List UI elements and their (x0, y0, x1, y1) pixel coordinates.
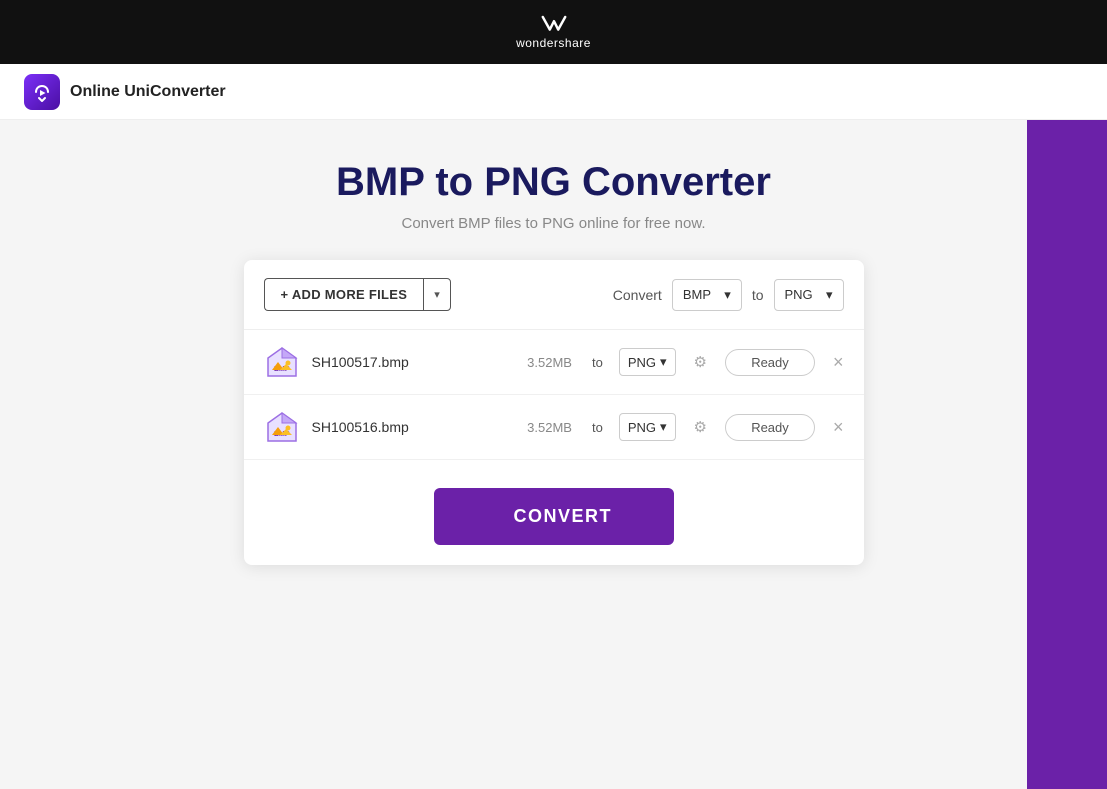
app-logo-icon (24, 74, 60, 110)
close-button-0[interactable]: × (833, 353, 844, 371)
file-format-dropdown-1[interactable]: PNG ▾ (619, 413, 676, 441)
page-subheading: Convert BMP files to PNG online for free… (401, 215, 705, 232)
toolbar-row: + ADD MORE FILES ▾ Convert BMP ▾ to PNG … (244, 260, 864, 330)
file-icon-0: BMP (264, 344, 300, 380)
gear-icon-1[interactable]: ⚙ (694, 418, 707, 436)
to-text: to (752, 287, 764, 303)
page-heading: BMP to PNG Converter (336, 160, 771, 205)
from-format-dropdown[interactable]: BMP ▾ (672, 279, 742, 311)
file-size-1: 3.52MB (527, 420, 572, 435)
wondershare-logo-icon (540, 14, 568, 34)
from-format-label: BMP (683, 287, 711, 302)
add-files-group: + ADD MORE FILES ▾ (264, 278, 451, 311)
to-format-dropdown[interactable]: PNG ▾ (774, 279, 844, 311)
ready-badge-1: Ready (725, 414, 815, 441)
convert-text: Convert (613, 287, 662, 303)
add-files-dropdown-button[interactable]: ▾ (423, 278, 451, 311)
to-format-label: PNG (785, 287, 813, 302)
uniconverter-icon (31, 81, 53, 103)
convert-label-area: Convert BMP ▾ to PNG ▾ (613, 279, 844, 311)
file-name-0: SH100517.bmp (312, 354, 516, 370)
gear-icon-0[interactable]: ⚙ (694, 353, 707, 371)
center-area: BMP to PNG Converter Convert BMP files t… (0, 120, 1107, 789)
top-bar: wondershare (0, 0, 1107, 64)
app-title: Online UniConverter (70, 83, 226, 101)
file-to-label-1: to (592, 420, 603, 435)
file-row: BMP SH100517.bmp 3.52MB to PNG ▾ ⚙ Ready… (244, 330, 864, 395)
add-files-button[interactable]: + ADD MORE FILES (264, 278, 424, 311)
converter-card: + ADD MORE FILES ▾ Convert BMP ▾ to PNG … (244, 260, 864, 565)
file-size-0: 3.52MB (527, 355, 572, 370)
brand-area: wondershare (516, 14, 591, 50)
close-button-1[interactable]: × (833, 418, 844, 436)
secondary-nav: Online UniConverter (0, 64, 1107, 120)
file-format-label-1: PNG (628, 420, 656, 435)
to-format-chevron: ▾ (826, 287, 833, 303)
file-row-1: BMP SH100516.bmp 3.52MB to PNG ▾ ⚙ Ready… (244, 395, 864, 460)
file-format-label-0: PNG (628, 355, 656, 370)
file-icon-1: BMP (264, 409, 300, 445)
convert-button[interactable]: CONVERT (434, 488, 674, 545)
main-content: BMP to PNG Converter Convert BMP files t… (0, 120, 1107, 789)
file-name-1: SH100516.bmp (312, 419, 516, 435)
file-format-chevron-1: ▾ (660, 419, 667, 435)
app-logo: Online UniConverter (24, 74, 226, 110)
from-format-chevron: ▾ (724, 287, 731, 303)
ready-badge-0: Ready (725, 349, 815, 376)
file-format-chevron-0: ▾ (660, 354, 667, 370)
brand-name: wondershare (516, 36, 591, 50)
file-to-label-0: to (592, 355, 603, 370)
convert-btn-area: CONVERT (244, 460, 864, 565)
file-format-dropdown-0[interactable]: PNG ▾ (619, 348, 676, 376)
